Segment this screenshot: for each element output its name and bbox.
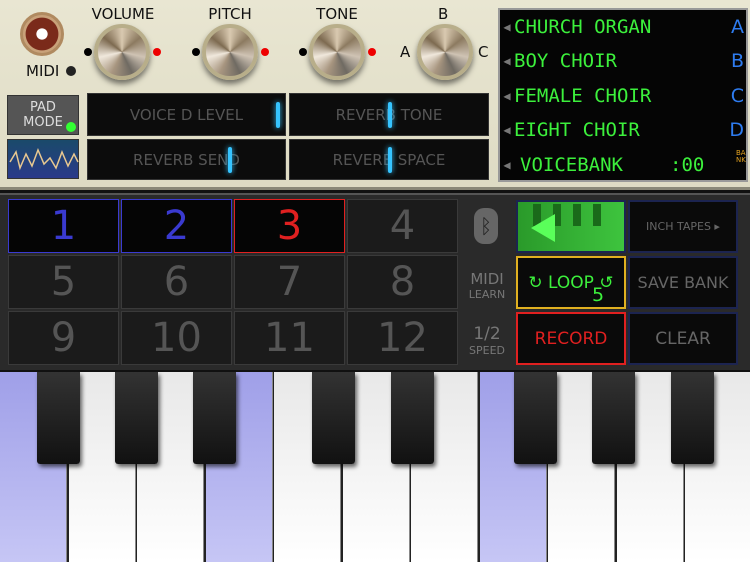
piano-keyboard [0,372,750,562]
voice-row-d[interactable]: ◀ EIGHT CHOIR D [500,113,750,147]
black-key[interactable] [514,372,557,464]
loop-count: 5 [592,284,605,306]
pad-10[interactable]: 10 [121,311,232,365]
a-label: A [400,43,411,61]
slider-handle[interactable] [388,147,392,173]
midi-indicator [66,66,76,76]
black-key[interactable] [391,372,434,464]
loop-button[interactable]: ↻ LOOP ↺ 5 [516,256,626,309]
black-key[interactable] [592,372,635,464]
tone-label: TONE [316,5,358,23]
knob-max-dot [153,48,161,56]
pad-4[interactable]: 4 [347,199,458,253]
voice-row-c[interactable]: ◀ FEMALE CHOIR C [500,79,750,113]
control-panel: MIDI VOLUME PITCH TONE B A C PAD MODE VOI… [0,0,750,190]
waveform-button[interactable] [7,139,79,179]
pad-5[interactable]: 5 [8,255,119,309]
black-key[interactable] [312,372,355,464]
c-label: C [478,43,489,61]
pitch-knob[interactable] [202,24,258,80]
slider-handle[interactable] [228,147,232,173]
black-key[interactable] [37,372,80,464]
pad-7[interactable]: 7 [234,255,345,309]
midi-label: MIDI [26,62,60,80]
clear-button[interactable]: CLEAR [628,312,738,365]
reverb-send-slider[interactable]: REVERB SEND [87,139,286,180]
black-key[interactable] [193,372,236,464]
keyboard-back-icon [531,204,601,242]
knob-min-dot [192,48,200,56]
knob-max-dot [368,48,376,56]
pad-2[interactable]: 2 [121,199,232,253]
pitch-label: PITCH [208,5,252,23]
knob-min-dot [84,48,92,56]
pad-9[interactable]: 9 [8,311,119,365]
left-arrow-icon[interactable]: ◀ [500,89,514,103]
pad-3[interactable]: 3 [234,199,345,253]
slider-handle[interactable] [276,102,280,128]
keyboard-toggle-button[interactable] [516,200,626,253]
voice-row-b[interactable]: ◀ BOY CHOIR B [500,44,750,78]
reverb-tone-slider[interactable]: REVERB TONE [289,93,489,136]
pad-mode-led [66,122,76,132]
left-arrow-icon[interactable]: ◀ [500,158,514,172]
left-arrow-icon[interactable]: ◀ [500,54,514,68]
voice-select-knob[interactable] [417,24,473,80]
waveform-icon [9,147,79,171]
black-key[interactable] [115,372,158,464]
half-speed-button[interactable]: 1/2 SPEED [462,325,512,358]
pad-mode-button[interactable]: PAD MODE [7,95,79,135]
voicebank-row[interactable]: ◀ VOICEBANK:00 BANK [500,148,750,182]
knob-max-dot [261,48,269,56]
pad-section: 1 2 3 4 5 6 7 8 9 10 11 12 ᛒ MIDI LEARN 1/2 SPEED INC… [0,193,750,370]
pad-8[interactable]: 8 [347,255,458,309]
reverb-space-slider[interactable]: REVERB SPACE [289,139,489,180]
left-arrow-icon[interactable]: ◀ [500,20,514,34]
volume-label: VOLUME [91,5,155,23]
pad-1[interactable]: 1 [8,199,119,253]
record-button[interactable]: RECORD [516,312,626,365]
pad-6[interactable]: 6 [121,255,232,309]
midi-learn-button[interactable]: MIDI LEARN [462,271,512,302]
tape-reel-icon[interactable] [20,12,64,56]
tone-knob[interactable] [309,24,365,80]
voice-row-a[interactable]: ◀ CHURCH ORGAN A [500,10,750,44]
left-arrow-icon[interactable]: ◀ [500,123,514,137]
black-key[interactable] [671,372,714,464]
voice-d-level-slider[interactable]: VOICE D LEVEL [87,93,286,136]
inch-tapes-button[interactable]: INCH TAPES ▸ [628,200,738,253]
pad-12[interactable]: 12 [347,311,458,365]
b-label: B [438,5,449,23]
pad-11[interactable]: 11 [234,311,345,365]
bluetooth-icon[interactable]: ᛒ [474,208,498,244]
knob-min-dot [299,48,307,56]
voice-display: ◀ CHURCH ORGAN A ◀ BOY CHOIR B ◀ FEMALE CHOIR… [498,8,748,182]
slider-handle[interactable] [388,102,392,128]
volume-knob[interactable] [94,24,150,80]
save-bank-button[interactable]: SAVE BANK [628,256,738,309]
bank-label: BANK [736,149,746,164]
